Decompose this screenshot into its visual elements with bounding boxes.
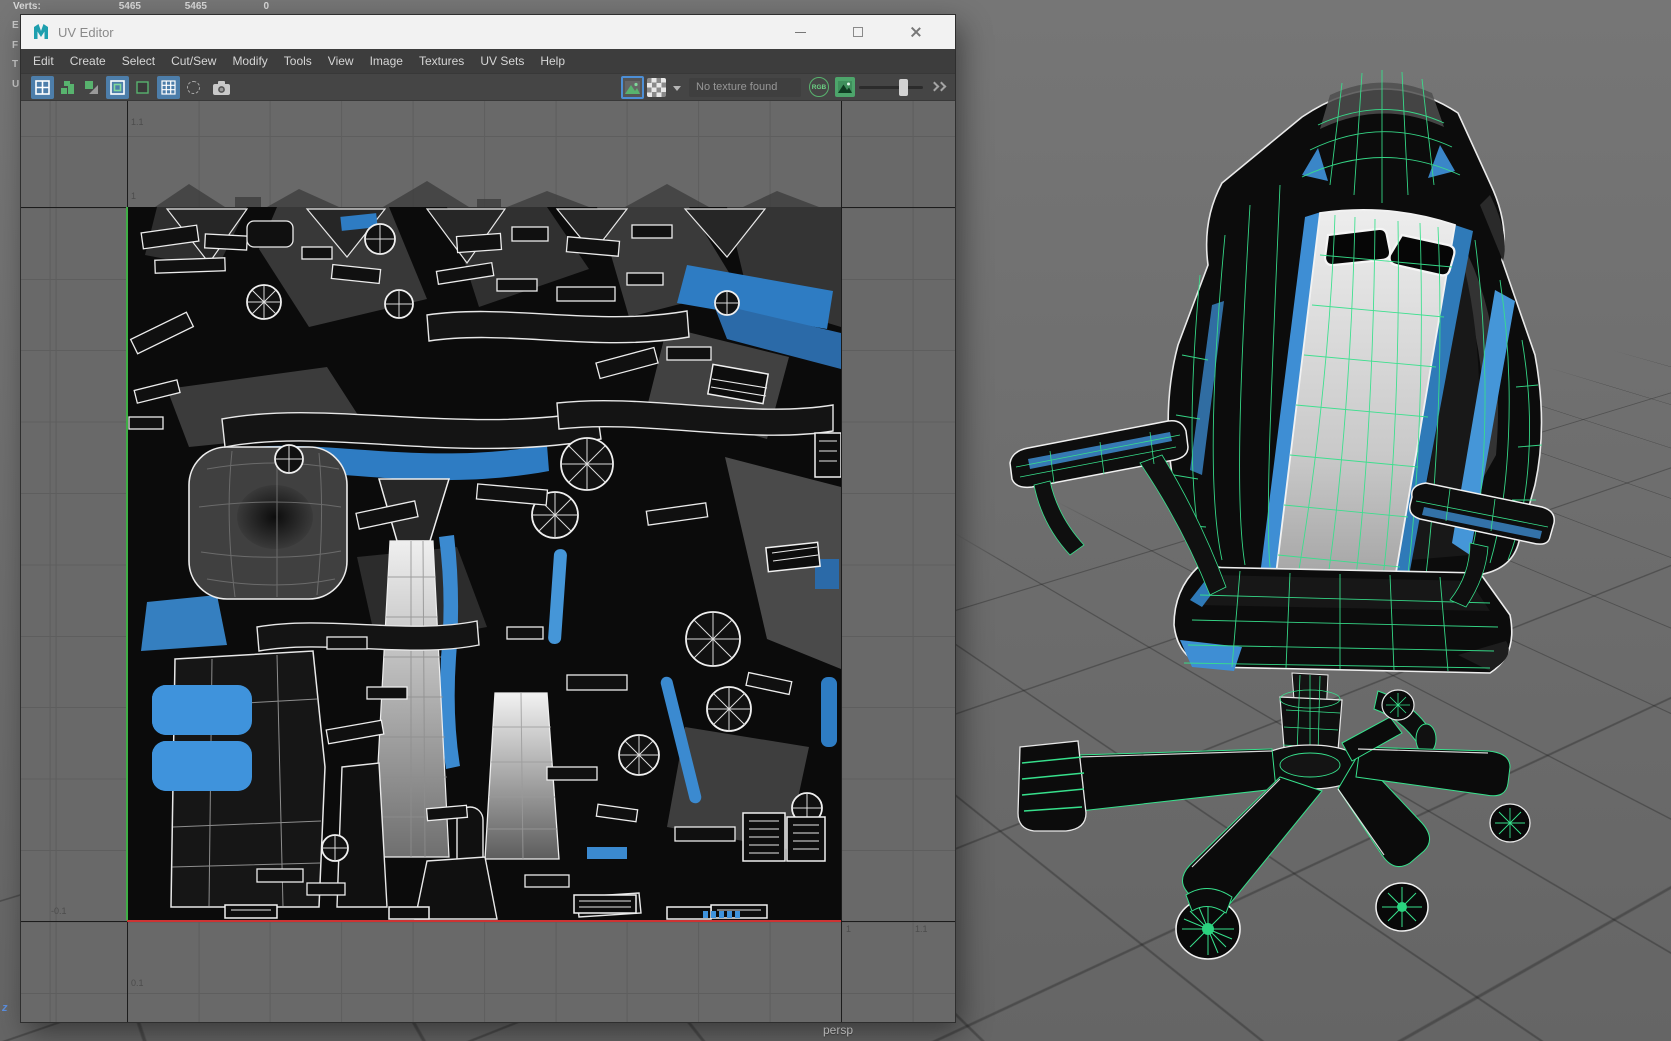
verts-value-total: 5465 bbox=[118, 1, 141, 12]
image-dim-slider[interactable] bbox=[859, 79, 923, 96]
caster-wheels bbox=[1175, 689, 1531, 960]
uv-texture-image bbox=[127, 207, 841, 921]
uv-snapshot-icon[interactable] bbox=[210, 76, 233, 99]
uv-canvas[interactable]: 1.1 1 -0.1 0.1 1 1.1 bbox=[21, 101, 955, 1022]
grid-label-u1: 1 bbox=[846, 924, 852, 934]
verts-value-selected: 5465 bbox=[184, 1, 207, 12]
minimize-button[interactable] bbox=[771, 15, 829, 49]
maximize-icon bbox=[853, 27, 863, 37]
uv-shell-display-icon[interactable] bbox=[31, 76, 54, 99]
verts-label: Verts: bbox=[13, 1, 41, 12]
texture-tile-ghost bbox=[155, 181, 819, 207]
menu-cut-sew[interactable]: Cut/Sew bbox=[163, 54, 224, 68]
uv-u-axis bbox=[127, 920, 841, 922]
slider-handle[interactable] bbox=[899, 79, 908, 96]
image-display-icon[interactable] bbox=[621, 76, 644, 99]
menu-textures[interactable]: Textures bbox=[411, 54, 472, 68]
shaded-uv-display-icon[interactable] bbox=[56, 76, 79, 99]
menu-tools[interactable]: Tools bbox=[276, 54, 320, 68]
pixel-snap-icon[interactable] bbox=[182, 76, 205, 99]
image-border-icon[interactable] bbox=[131, 76, 154, 99]
window-title: UV Editor bbox=[58, 24, 114, 40]
maya-logo-icon bbox=[34, 24, 48, 39]
menu-select[interactable]: Select bbox=[114, 54, 163, 68]
menu-modify[interactable]: Modify bbox=[224, 54, 275, 68]
menu-view[interactable]: View bbox=[320, 54, 362, 68]
toolbar-overflow-icon[interactable] bbox=[929, 81, 947, 94]
close-button[interactable] bbox=[887, 15, 945, 49]
texture-status-field[interactable]: No texture found bbox=[689, 78, 801, 97]
title-bar[interactable]: UV Editor bbox=[21, 15, 955, 49]
menu-bar: Edit Create Select Cut/Sew Modify Tools … bbox=[21, 49, 955, 73]
image-ratio-icon[interactable] bbox=[835, 77, 855, 97]
menu-help[interactable]: Help bbox=[532, 54, 573, 68]
texture-borders-icon[interactable] bbox=[106, 76, 129, 99]
maximize-button[interactable] bbox=[829, 15, 887, 49]
checker-map-icon[interactable] bbox=[647, 78, 666, 97]
toolbar: No texture found RGB bbox=[21, 73, 955, 101]
minimize-icon bbox=[794, 31, 806, 33]
grid-display-icon[interactable] bbox=[157, 76, 180, 99]
distortion-display-icon[interactable] bbox=[80, 76, 103, 99]
menu-create[interactable]: Create bbox=[62, 54, 114, 68]
menu-uv-sets[interactable]: UV Sets bbox=[472, 54, 532, 68]
grid-label-v-neg: 0.1 bbox=[131, 978, 144, 988]
uv-editor-window: UV Editor Edit Create Select Cut/Sew Mod… bbox=[21, 15, 955, 1022]
rgb-channels-icon[interactable]: RGB bbox=[809, 77, 829, 97]
grid-label-v1: 1 bbox=[131, 191, 137, 201]
verts-value-extra: 0 bbox=[263, 1, 269, 12]
grid-label-v1-1: 1.1 bbox=[131, 117, 144, 127]
grid-label-u-neg: -0.1 bbox=[51, 906, 67, 916]
chair-3d-model[interactable] bbox=[950, 55, 1600, 1000]
camera-label: persp bbox=[822, 1023, 854, 1037]
uv-v-axis bbox=[126, 207, 128, 921]
grid-label-u1-1: 1.1 bbox=[915, 924, 928, 934]
menu-image[interactable]: Image bbox=[362, 54, 411, 68]
close-icon bbox=[910, 26, 922, 38]
menu-edit[interactable]: Edit bbox=[25, 54, 62, 68]
texture-dropdown-icon[interactable] bbox=[673, 86, 681, 91]
axis-z-label: z bbox=[2, 1002, 8, 1014]
